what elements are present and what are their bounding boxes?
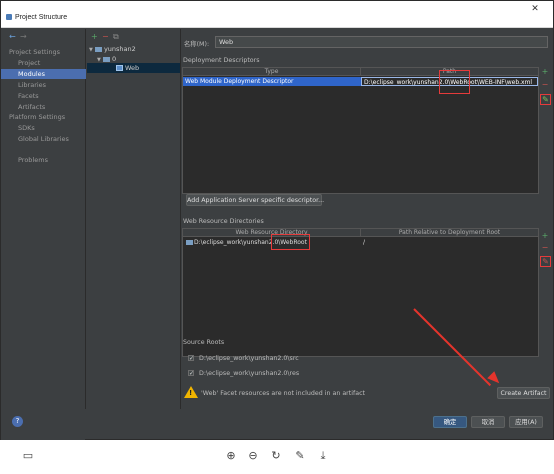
sidebar-item-libraries[interactable]: Libraries	[1, 80, 86, 90]
apply-button[interactable]: 应用(A)	[509, 416, 543, 428]
add-server-descriptor-button[interactable]: Add Application Server specific descript…	[186, 194, 324, 206]
facet-editor: 名称(M): Web Deployment Descriptors Type P…	[182, 29, 554, 409]
cancel-button[interactable]: 取消	[471, 416, 505, 428]
add-icon[interactable]: +	[91, 32, 98, 42]
title-bar: Project Structure ✕	[1, 1, 553, 28]
folder-icon	[102, 56, 110, 62]
folder-icon	[94, 46, 102, 52]
sidebar-item-facets[interactable]: Facets	[1, 91, 86, 101]
tree-node-module[interactable]: ▼ yunshan2	[89, 44, 136, 54]
help-icon[interactable]: ?	[12, 416, 23, 427]
descriptor-type-cell[interactable]: Web Module Deployment Descriptor	[183, 77, 361, 86]
name-field[interactable]: Web	[215, 36, 548, 48]
folder-icon	[186, 240, 193, 245]
web-resource-directories-title: Web Resource Directories	[183, 218, 264, 225]
add-descriptor-icon[interactable]: +	[540, 67, 550, 76]
deployment-table: Type Path Web Module Deployment Descript…	[182, 67, 539, 194]
deployment-descriptors-title: Deployment Descriptors	[183, 57, 260, 64]
web-resource-table: Web Resource Directory Path Relative to …	[182, 228, 539, 357]
edit-descriptor-icon[interactable]: ✎	[540, 94, 551, 105]
sidebar-item-sdks[interactable]: SDKs	[1, 123, 86, 133]
back-arrow-icon[interactable]: ←	[9, 32, 16, 42]
edit-resource-icon[interactable]: ✎	[540, 256, 551, 267]
remove-resource-icon[interactable]: −	[540, 243, 550, 252]
expand-arrow-icon[interactable]: ▼	[89, 47, 93, 53]
web-facet-icon	[116, 65, 123, 71]
ok-button[interactable]: 确定	[433, 416, 467, 428]
rotate-icon[interactable]: ↻	[269, 449, 283, 463]
zoom-out-icon[interactable]: ⊖	[246, 449, 260, 463]
edit-icon[interactable]: ✎	[293, 449, 307, 463]
section-project-settings: Project Settings	[9, 48, 60, 56]
nav-arrows: ← →	[1, 32, 86, 42]
module-name: yunshan2	[103, 45, 136, 53]
add-resource-icon[interactable]: +	[540, 231, 550, 240]
sidebar-item-global-libraries[interactable]: Global Libraries	[1, 134, 86, 144]
source-root-src: D:\eclipse_work\yunshan2.0\src	[199, 355, 299, 362]
create-artifact-button[interactable]: Create Artifact	[497, 387, 550, 399]
sidebar-item-artifacts[interactable]: Artifacts	[1, 102, 86, 112]
resource-dir-cell[interactable]: D:\eclipse_work\yunshan2.0\WebRoot	[183, 238, 361, 247]
tree-node-web-facet[interactable]: Web	[87, 63, 180, 73]
window-title: Project Structure	[15, 14, 68, 21]
source-roots-title: Source Roots	[183, 339, 225, 346]
copy-icon[interactable]: ⧉	[113, 32, 119, 42]
sidebar-item-problems[interactable]: Problems	[1, 155, 86, 165]
remove-descriptor-icon[interactable]: −	[540, 80, 550, 89]
source-root-checkbox-src[interactable]: ✓	[188, 355, 194, 362]
close-icon[interactable]: ✕	[527, 4, 543, 14]
source-root-res: D:\eclipse_work\yunshan2.0\res	[199, 370, 300, 377]
col-header-type[interactable]: Type	[183, 68, 361, 76]
settings-sidebar: ← → Project Settings Project Modules Lib…	[1, 29, 86, 441]
zoom-in-icon[interactable]: ⊕	[224, 449, 238, 463]
remove-icon[interactable]: −	[102, 32, 109, 42]
facet-name: Web	[125, 64, 140, 72]
name-label: 名称(M):	[184, 41, 210, 48]
source-root-checkbox-res[interactable]: ✓	[188, 370, 194, 377]
artifact-warning: ! 'Web' Facet resources are not included…	[182, 384, 554, 404]
col-header-relative-path[interactable]: Path Relative to Deployment Root	[361, 229, 538, 237]
project-structure-dialog: Project Structure ✕ ← → Project Settings…	[0, 0, 554, 441]
col-header-resource-dir[interactable]: Web Resource Directory	[183, 229, 361, 237]
descriptor-path-cell[interactable]: D:\eclipse_work\yunshan2.0\WebRoot\WEB-I…	[361, 77, 538, 86]
warning-text: 'Web' Facet resources are not included i…	[201, 390, 365, 397]
module-tree: + − ⧉ ▼ yunshan2 ▼ 0 Web	[87, 29, 181, 409]
fit-screen-icon[interactable]: ▭	[21, 449, 35, 463]
section-platform-settings: Platform Settings	[9, 113, 66, 121]
app-icon	[6, 14, 12, 20]
forward-arrow-icon[interactable]: →	[20, 32, 27, 42]
sidebar-item-modules[interactable]: Modules	[1, 69, 86, 79]
folder-name: 0	[111, 55, 117, 63]
image-viewer-toolbar: ▭ ⊕ ⊖ ↻ ✎ ⤓	[0, 440, 554, 474]
col-header-path[interactable]: Path	[361, 68, 538, 76]
relative-path-cell[interactable]: /	[361, 238, 538, 247]
dialog-footer: ? 确定 取消 应用(A)	[1, 409, 553, 439]
sidebar-item-project[interactable]: Project	[1, 58, 86, 68]
download-icon[interactable]: ⤓	[316, 449, 330, 463]
